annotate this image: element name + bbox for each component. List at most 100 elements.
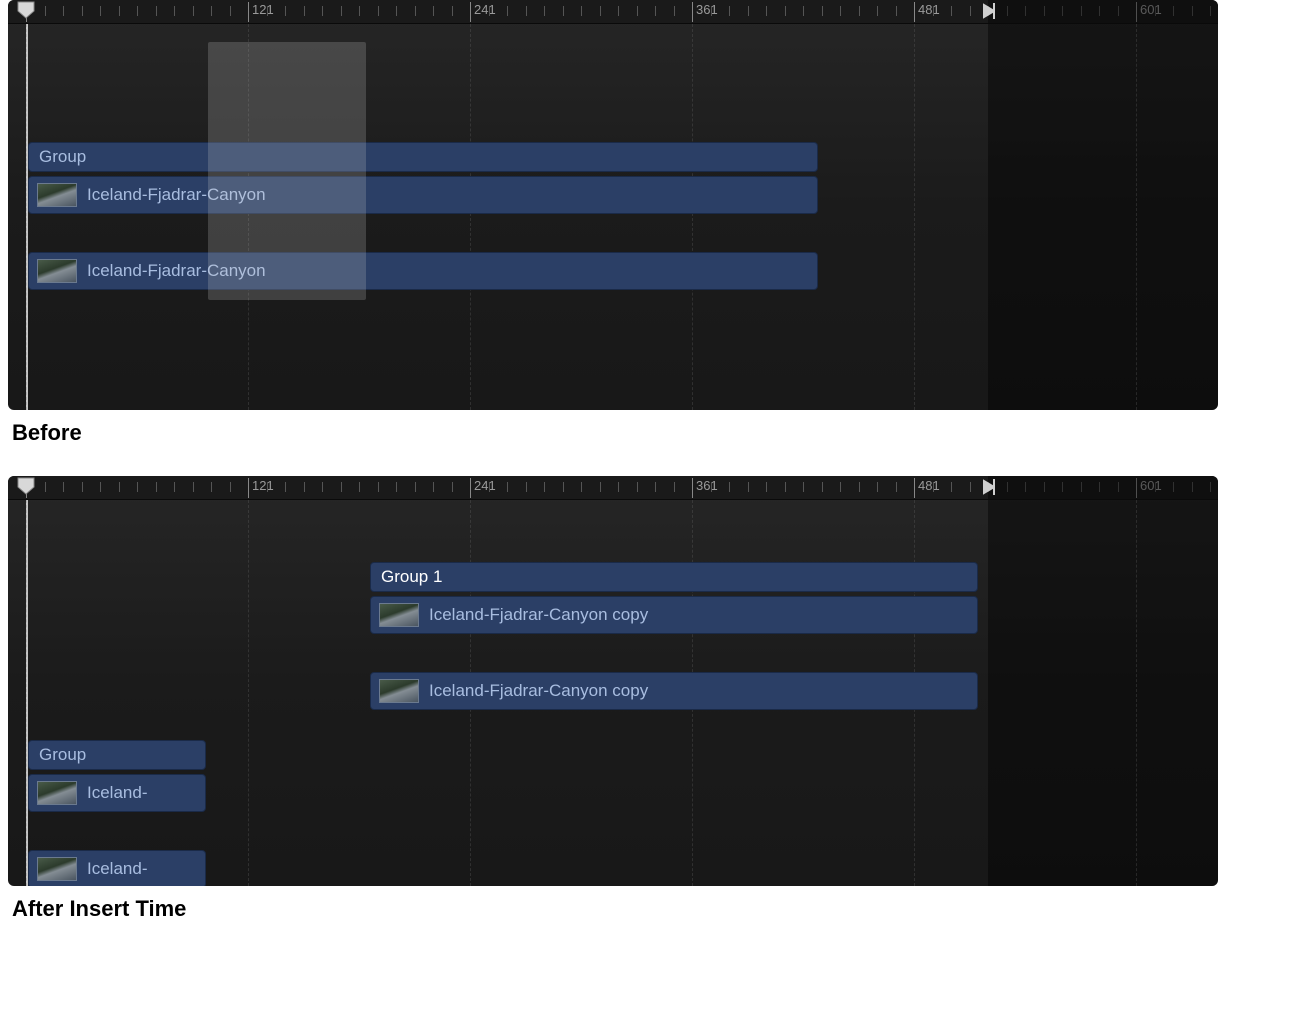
ruler-tick-minor (803, 482, 804, 492)
ruler-label: 121 (252, 2, 274, 17)
ruler-tick-minor (526, 6, 527, 16)
ruler-tick-minor (322, 6, 323, 16)
ruler-tick-minor (544, 482, 545, 492)
ruler-tick-minor (526, 482, 527, 492)
ruler-tick-minor (803, 6, 804, 16)
ruler-tick-minor (211, 6, 212, 16)
ruler-tick-major (914, 2, 915, 22)
ruler-tick-minor (840, 482, 841, 492)
timeline-gridline (248, 500, 249, 886)
clip-thumbnail (37, 857, 77, 881)
ruler-tick-major (692, 2, 693, 22)
out-of-range-shade (988, 0, 1218, 23)
clip-thumbnail (37, 781, 77, 805)
ruler-tick-minor (489, 482, 490, 492)
group-header-clip[interactable]: Group (28, 142, 818, 172)
ruler-tick-major (248, 478, 249, 498)
playhead-handle-icon[interactable] (17, 477, 35, 495)
ruler-tick-minor (100, 482, 101, 492)
ruler-tick-minor (933, 6, 934, 16)
project-end-marker-icon[interactable] (981, 2, 995, 20)
ruler-tick-minor (748, 6, 749, 16)
ruler-tick-minor (581, 6, 582, 16)
ruler-tick-minor (766, 482, 767, 492)
ruler-tick-minor (822, 482, 823, 492)
playhead-handle-icon[interactable] (17, 1, 35, 19)
ruler-tick-minor (581, 482, 582, 492)
media-clip[interactable]: Iceland-Fjadrar-Canyon copy (370, 596, 978, 634)
ruler-tick-minor (877, 6, 878, 16)
project-end-marker-icon[interactable] (981, 478, 995, 496)
ruler-tick-minor (859, 482, 860, 492)
ruler-tick-minor (600, 482, 601, 492)
ruler-tick-major (470, 2, 471, 22)
ruler-tick-minor (563, 482, 564, 492)
ruler-tick-major (692, 478, 693, 498)
timeline-ruler[interactable]: 121241361481601 (8, 476, 1218, 500)
clip-label: Group (39, 745, 86, 765)
tracks-area[interactable]: Group 1 Iceland-Fjadrar-Canyon copy Icelan… (8, 500, 1218, 886)
ruler-tick-minor (396, 482, 397, 492)
ruler-tick-minor (45, 6, 46, 16)
timeline-gridline (1136, 500, 1137, 886)
ruler-tick-minor (970, 482, 971, 492)
ruler-tick-minor (230, 6, 231, 16)
clip-label: Iceland- (87, 859, 147, 879)
media-clip[interactable]: Iceland- (28, 850, 206, 886)
ruler-tick-minor (896, 6, 897, 16)
timeline-gridline (26, 24, 27, 410)
media-clip[interactable]: Iceland-Fjadrar-Canyon copy (370, 672, 978, 710)
ruler-tick-minor (211, 482, 212, 492)
ruler-tick-major (470, 478, 471, 498)
ruler-tick-minor (45, 482, 46, 492)
ruler-tick-minor (341, 482, 342, 492)
ruler-tick-minor (100, 6, 101, 16)
ruler-tick-minor (359, 482, 360, 492)
clip-thumbnail (37, 259, 77, 283)
ruler-tick-minor (174, 6, 175, 16)
ruler-tick-minor (951, 482, 952, 492)
clip-thumbnail (379, 603, 419, 627)
timeline-gridline (26, 500, 27, 886)
ruler-label: 361 (696, 478, 718, 493)
ruler-label: 241 (474, 2, 496, 17)
ruler-label: 121 (252, 478, 274, 493)
caption-after: After Insert Time (12, 896, 1304, 922)
ruler-tick-minor (933, 482, 934, 492)
ruler-tick-minor (563, 6, 564, 16)
ruler-tick-minor (119, 482, 120, 492)
ruler-tick-minor (193, 482, 194, 492)
clip-label: Iceland-Fjadrar-Canyon copy (429, 605, 648, 625)
ruler-tick-minor (507, 6, 508, 16)
ruler-tick-minor (674, 6, 675, 16)
ruler-tick-minor (82, 482, 83, 492)
group-header-clip[interactable]: Group 1 (370, 562, 978, 592)
ruler-tick-minor (507, 482, 508, 492)
ruler-tick-minor (285, 482, 286, 492)
ruler-tick-minor (137, 6, 138, 16)
ruler-tick-minor (63, 482, 64, 492)
clip-label: Iceland-Fjadrar-Canyon (87, 185, 266, 205)
media-clip[interactable]: Iceland- (28, 774, 206, 812)
ruler-tick-minor (896, 482, 897, 492)
tracks-area[interactable]: Group Iceland-Fjadrar-Canyon Iceland-Fjadr… (8, 24, 1218, 410)
timeline-ruler[interactable]: 121241361481601 (8, 0, 1218, 24)
media-clip[interactable]: Iceland-Fjadrar-Canyon (28, 252, 818, 290)
clip-thumbnail (37, 183, 77, 207)
ruler-tick-minor (785, 6, 786, 16)
ruler-tick-minor (415, 482, 416, 492)
media-clip[interactable]: Iceland-Fjadrar-Canyon (28, 176, 818, 214)
timeline-panel-after[interactable]: 121241361481601 Group 1 Iceland-Fjadrar-C… (8, 476, 1218, 886)
clip-label: Iceland-Fjadrar-Canyon copy (429, 681, 648, 701)
ruler-tick-minor (433, 482, 434, 492)
timeline-panel-before[interactable]: 121241361481601 GroupIceland-Fjadrar-Can… (8, 0, 1218, 410)
ruler-tick-minor (655, 482, 656, 492)
ruler-tick-minor (674, 482, 675, 492)
group-header-clip[interactable]: Group (28, 740, 206, 770)
ruler-tick-minor (433, 6, 434, 16)
ruler-tick-minor (452, 482, 453, 492)
out-of-range-shade (988, 24, 1218, 410)
ruler-tick-minor (840, 6, 841, 16)
ruler-tick-minor (267, 482, 268, 492)
ruler-tick-minor (600, 6, 601, 16)
